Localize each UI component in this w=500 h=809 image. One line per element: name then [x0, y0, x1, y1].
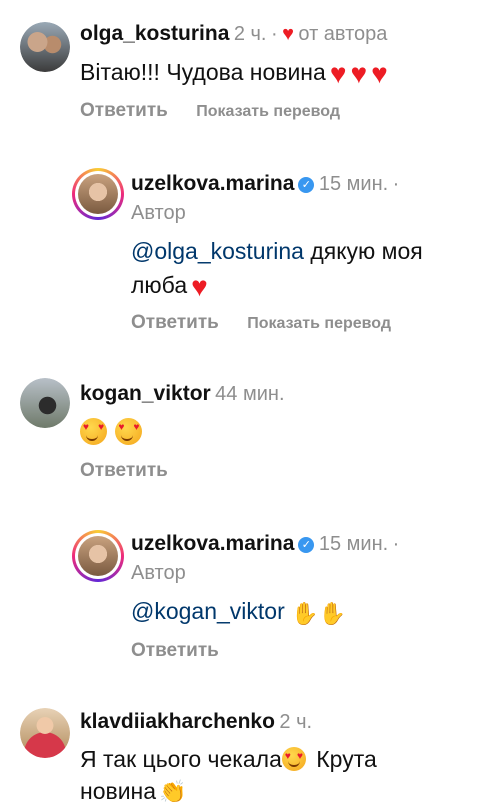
avatar[interactable] [20, 708, 70, 758]
comment-actions: Ответить Показать перевод [80, 100, 340, 122]
avatar[interactable] [20, 22, 70, 72]
comment-header: olga_kosturina 2 ч. · ♥ от автора [80, 22, 387, 46]
timestamp: 15 мин. [318, 173, 389, 195]
comment-text: @olga_kosturina дякую моя [131, 238, 423, 264]
comment-actions: Ответить [131, 640, 219, 662]
comment-text: @kogan_viktor ✋✋ [131, 598, 346, 627]
comment-text-line2: люба ♥ [131, 271, 208, 302]
comment-actions: Ответить Показать перевод [131, 312, 391, 334]
comment-header: klavdiiakharchenko 2 ч. [80, 710, 312, 734]
heart-eyes-emoji [281, 747, 306, 771]
separator-dot: · [392, 533, 400, 555]
author-label: Автор [131, 562, 186, 584]
show-translation-button[interactable]: Показать перевод [196, 103, 340, 120]
comment-actions: Ответить [80, 460, 168, 482]
timestamp: 2 ч. [279, 711, 313, 733]
comment-text: Я так цього чекала Крута [80, 746, 377, 773]
heart-icon: ♥ [329, 58, 347, 89]
heart-icon: ♥ [371, 58, 388, 89]
comment-header: uzelkova.marina ✓ 15 мин. · [131, 172, 399, 196]
separator-dot: · [392, 173, 400, 195]
raised-hands-emoji: ✋✋ [291, 601, 346, 626]
username[interactable]: olga_kosturina [80, 22, 229, 45]
show-translation-button[interactable]: Показать перевод [247, 315, 391, 332]
reply-button[interactable]: Ответить [80, 460, 168, 481]
mention-link[interactable]: @kogan_viktor [131, 598, 285, 624]
mention-link[interactable]: @olga_kosturina [131, 238, 304, 264]
reply-button[interactable]: Ответить [131, 640, 219, 661]
username[interactable]: klavdiiakharchenko [80, 710, 275, 733]
timestamp: 44 мин. [215, 383, 285, 405]
avatar[interactable] [72, 530, 124, 582]
author-label: Автор [131, 202, 186, 224]
heart-eyes-emoji [115, 418, 143, 445]
username[interactable]: uzelkova.marina [131, 172, 294, 195]
comment-text: Вітаю!!! Чудова новина ♥ ♥ ♥ [80, 58, 388, 89]
reply-button[interactable]: Ответить [131, 312, 219, 333]
avatar[interactable] [20, 378, 70, 428]
comment-emojis [80, 418, 146, 446]
timestamp: 15 мин. [318, 533, 389, 555]
liked-by-author-label: от автора [298, 23, 388, 45]
username[interactable]: uzelkova.marina [131, 532, 294, 555]
heart-icon: ♥ [350, 58, 368, 89]
verified-badge-icon: ✓ [298, 537, 315, 553]
comment-text-line2: новина 👏 [80, 778, 187, 804]
heart-eyes-emoji [80, 418, 107, 445]
heart-icon: ♥ [191, 271, 208, 302]
comment-header: kogan_viktor 44 мин. [80, 382, 285, 406]
timestamp: 2 ч. [233, 23, 267, 45]
heart-icon: ♥ [282, 23, 294, 45]
reply-button[interactable]: Ответить [80, 100, 168, 121]
avatar[interactable] [72, 168, 124, 220]
clapping-hands-emoji: 👏 [159, 779, 187, 804]
username[interactable]: kogan_viktor [80, 382, 211, 405]
verified-badge-icon: ✓ [298, 177, 315, 193]
separator-dot: · [270, 23, 278, 45]
comment-header: uzelkova.marina ✓ 15 мин. · [131, 532, 399, 556]
